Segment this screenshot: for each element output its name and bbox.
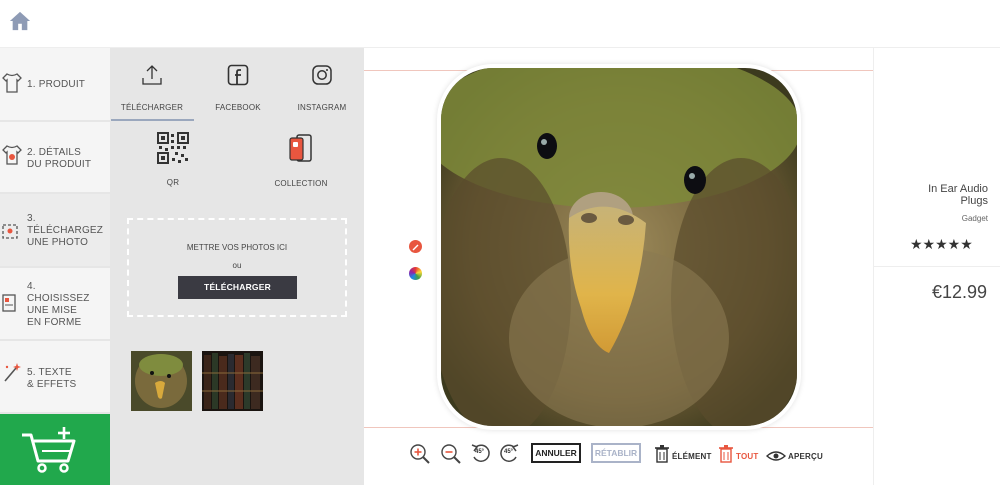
source-label: FACEBOOK bbox=[215, 103, 261, 112]
rotate-right-label: 45° bbox=[504, 449, 514, 455]
add-to-cart-button[interactable] bbox=[0, 414, 110, 485]
add-to-cart-icon bbox=[22, 427, 76, 473]
product-category: Gadget bbox=[961, 214, 988, 223]
step-layout[interactable]: 4. CHOISISSEZ UNE MISE EN FORME bbox=[0, 268, 110, 341]
rotate-left-button[interactable]: 45° bbox=[470, 443, 492, 463]
source-label: TÉLÉCHARGER bbox=[120, 103, 184, 112]
thumbnail-kakapo[interactable] bbox=[131, 351, 192, 411]
layout-icon bbox=[2, 294, 16, 312]
delete-all-button[interactable]: TOUT bbox=[736, 452, 758, 461]
product-rating: ★★★★★ bbox=[910, 236, 973, 252]
divider bbox=[873, 266, 1000, 267]
source-qr[interactable]: QR bbox=[137, 132, 209, 187]
tshirt-icon bbox=[2, 73, 22, 93]
facebook-icon bbox=[227, 64, 249, 86]
step-label: 3. TÉLÉCHARGEZ UNE PHOTO bbox=[27, 213, 104, 248]
home-icon[interactable] bbox=[9, 10, 31, 32]
photo-kakapo[interactable] bbox=[441, 68, 797, 426]
dropzone-or: ou bbox=[232, 261, 242, 270]
step-label: 1. PRODUIT bbox=[27, 79, 86, 90]
upload-button[interactable]: TÉLÉCHARGER bbox=[178, 276, 297, 299]
step-details[interactable]: 2. DÉTAILS DU PRODUIT bbox=[0, 122, 110, 194]
undo-button[interactable]: ANNULER bbox=[531, 443, 581, 463]
magic-wand-icon bbox=[4, 363, 21, 382]
source-label: INSTAGRAM bbox=[297, 103, 347, 112]
zoom-in-icon[interactable] bbox=[409, 443, 431, 465]
trash-icon[interactable] bbox=[655, 445, 669, 463]
dropzone-text: METTRE VOS PHOTOS ICI bbox=[186, 243, 288, 252]
bottom-guide-line bbox=[364, 427, 873, 428]
upload-icon bbox=[142, 65, 162, 85]
upload-photo-icon bbox=[2, 224, 18, 239]
instagram-icon bbox=[312, 65, 332, 85]
top-bar bbox=[0, 0, 1000, 48]
photo-dropzone[interactable]: METTRE VOS PHOTOS ICI ou TÉLÉCHARGER bbox=[127, 218, 347, 317]
source-label: QR bbox=[166, 178, 180, 187]
source-upload[interactable]: TÉLÉCHARGER bbox=[116, 64, 188, 112]
source-collection[interactable]: COLLECTION bbox=[262, 133, 340, 188]
eye-icon[interactable] bbox=[766, 450, 786, 462]
step-label: 2. DÉTAILS DU PRODUIT bbox=[27, 147, 92, 170]
product-title: In Ear Audio Plugs bbox=[928, 183, 988, 207]
rotate-left-label: 45° bbox=[475, 449, 485, 455]
source-facebook[interactable]: FACEBOOK bbox=[202, 64, 274, 112]
zoom-out-icon[interactable] bbox=[440, 443, 462, 465]
step-upload-photo[interactable]: 3. TÉLÉCHARGEZ UNE PHOTO bbox=[0, 194, 110, 268]
qr-code-icon bbox=[157, 132, 189, 164]
trash-all-icon[interactable] bbox=[719, 445, 733, 463]
rotate-right-button[interactable]: 45° bbox=[498, 443, 520, 463]
delete-element-button[interactable]: ÉLÉMENT bbox=[672, 452, 712, 461]
redo-button[interactable]: RÉTABLIR bbox=[591, 443, 641, 463]
step-label: 5. TEXTE & EFFETS bbox=[27, 367, 77, 390]
phone-collection-icon bbox=[289, 134, 312, 162]
step-label: 4. CHOISISSEZ UNE MISE EN FORME bbox=[27, 281, 90, 328]
edit-pencil-icon[interactable] bbox=[409, 240, 422, 253]
preview-button[interactable]: APERÇU bbox=[788, 452, 823, 461]
thumbnail-books[interactable] bbox=[202, 351, 263, 411]
tshirt-details-icon bbox=[2, 145, 22, 165]
step-text-effects[interactable]: 5. TEXTE & EFFETS bbox=[0, 341, 110, 414]
active-tab-underline bbox=[111, 119, 194, 121]
step-produit[interactable]: 1. PRODUIT bbox=[0, 48, 110, 122]
source-instagram[interactable]: INSTAGRAM bbox=[286, 64, 358, 112]
product-price: €12.99 bbox=[931, 282, 987, 302]
source-label: COLLECTION bbox=[274, 179, 328, 188]
color-wheel-icon[interactable] bbox=[409, 267, 422, 280]
